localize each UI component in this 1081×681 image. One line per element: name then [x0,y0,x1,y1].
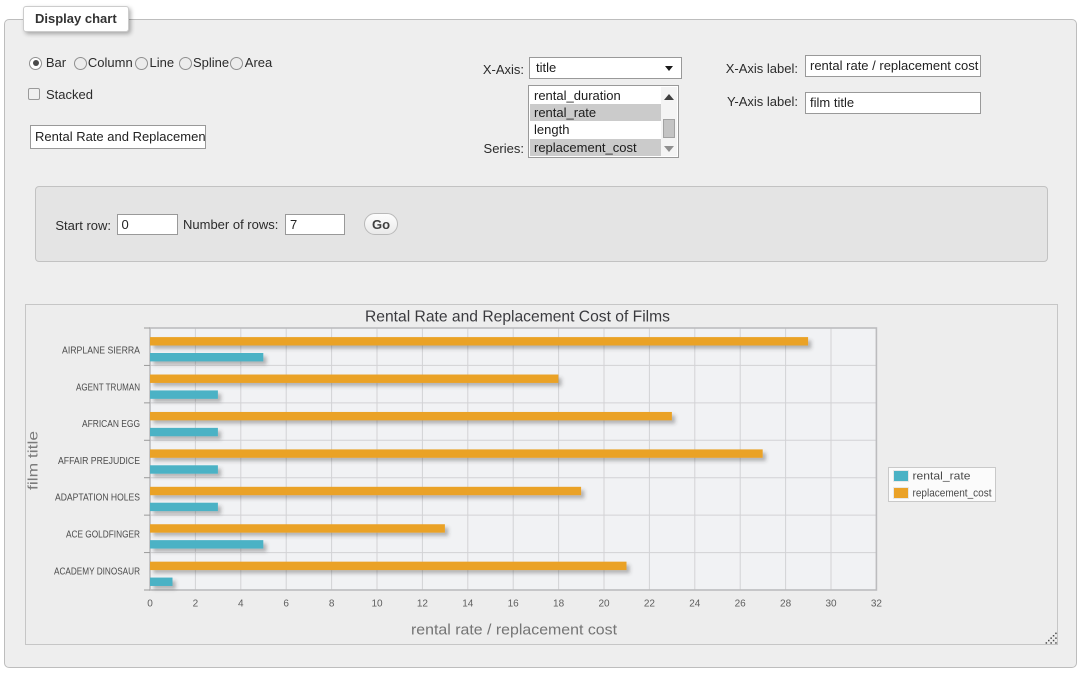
svg-text:24: 24 [689,599,701,610]
svg-text:32: 32 [871,599,883,610]
svg-text:Rental Rate and Replacement Co: Rental Rate and Replacement Cost of Film… [365,309,670,326]
svg-text:ACE GOLDFINGER: ACE GOLDFINGER [66,530,140,541]
svg-text:20: 20 [598,599,610,610]
svg-text:28: 28 [780,599,792,610]
svg-text:10: 10 [371,599,383,610]
svg-text:ACADEMY DINOSAUR: ACADEMY DINOSAUR [54,566,140,577]
svg-text:2: 2 [193,599,199,610]
svg-text:14: 14 [462,599,474,610]
svg-text:30: 30 [825,599,837,610]
svg-text:rental rate / replacement cost: rental rate / replacement cost [411,622,618,639]
svg-text:ADAPTATION HOLES: ADAPTATION HOLES [55,493,140,504]
svg-text:6: 6 [283,599,289,610]
svg-text:AFRICAN EGG: AFRICAN EGG [82,419,140,430]
svg-text:film title: film title [26,431,41,490]
svg-text:AGENT TRUMAN: AGENT TRUMAN [76,382,140,393]
svg-text:18: 18 [553,599,565,610]
svg-text:AFFAIR PREJUDICE: AFFAIR PREJUDICE [58,456,140,467]
svg-text:AIRPLANE SIERRA: AIRPLANE SIERRA [62,346,140,357]
svg-text:12: 12 [417,599,429,610]
svg-text:16: 16 [508,599,520,610]
svg-text:rental_rate: rental_rate [913,471,971,483]
svg-text:26: 26 [735,599,747,610]
svg-text:replacement_cost: replacement_cost [913,488,992,500]
svg-text:4: 4 [238,599,244,610]
svg-text:0: 0 [147,599,153,610]
svg-text:22: 22 [644,599,656,610]
svg-text:8: 8 [329,599,335,610]
